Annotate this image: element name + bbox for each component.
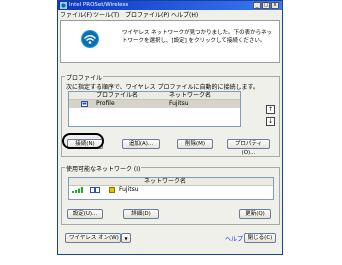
profiles-instruction: 次に指定する順序で、ワイヤレス プロファイルに自動的に接続します。 [66,84,259,91]
profile-network: Fujitsu [169,100,189,107]
delete-button[interactable]: 削除(M) [177,139,213,149]
wireless-toggle-dropdown[interactable]: ▼ [121,233,131,243]
arrow-down-icon: ↓ [267,118,274,125]
app-icon [60,2,67,9]
available-group-label: 使用可能なネットワーク (I) [65,164,142,173]
col-profile-name[interactable]: プロファイル名 [96,92,138,99]
menu-profile[interactable]: プロファイル(P) [125,11,169,20]
help-link[interactable]: ヘルプ [225,234,243,243]
settings-button[interactable]: 設定(U)... [67,209,103,219]
connect-button-highlight [62,133,104,149]
network-name: Fujitsu [119,186,139,193]
wireless-toggle-button[interactable]: ワイヤレス オン(W) [65,233,121,243]
profile-list-header: プロファイル名 ネットワーク名 [69,92,240,100]
move-up-button[interactable]: ↑ [266,105,275,114]
col-network-name[interactable]: ネットワーク名 [169,92,211,99]
close-window-button[interactable]: x [271,2,279,9]
profile-name: Profile [96,100,115,107]
network-row[interactable]: Fujitsu [69,186,273,194]
header-message: ワイヤレス ネットワークが見つかりました。下の表からネットワークを選択し、[設定… [122,30,273,44]
dropdown-arrow-icon: ▼ [124,236,128,241]
refresh-button[interactable]: 更新(Q) [239,209,271,219]
details-button[interactable]: 詳細(D) [123,209,159,219]
available-networks-group: 使用可能なネットワーク (I) ネットワーク名 Fujitsu 設定(U)...… [61,164,280,225]
arrow-up-icon: ↑ [267,106,274,113]
profile-icon [81,101,88,107]
add-button[interactable]: 追加(A)... [122,139,160,149]
minimize-button[interactable]: _ [253,2,261,9]
profile-row[interactable]: Profile Fujitsu [69,100,240,108]
menu-file[interactable]: ファイル(F) [60,11,92,20]
col-network-name-available[interactable]: ネットワーク名 [144,178,186,185]
proset-window: Intel PROSet/Wireless _ □ x ファイル(F) ツール(… [57,0,283,255]
signal-strength-icon [72,187,83,193]
network-list[interactable]: ネットワーク名 Fujitsu [68,177,274,200]
network-profile-icon [90,187,100,193]
menu-help[interactable]: ヘルプ(H) [171,11,198,20]
menu-bar: ファイル(F) ツール(T) プロファイル(P) ヘルプ(H) [58,11,282,20]
title-bar[interactable]: Intel PROSet/Wireless _ □ x [58,1,282,10]
network-list-header: ネットワーク名 [69,178,273,186]
properties-button[interactable]: プロパティ(O)... [227,139,270,156]
security-icon [109,187,115,193]
menu-tools[interactable]: ツール(T) [93,11,119,20]
profiles-group-label: プロファイル [65,73,104,82]
profile-list[interactable]: プロファイル名 ネットワーク名 Profile Fujitsu [68,91,241,127]
window-title: Intel PROSet/Wireless [69,2,129,8]
move-down-button[interactable]: ↓ [266,117,275,126]
wireless-icon [81,30,99,48]
header-panel: ワイヤレス ネットワークが見つかりました。下の表からネットワークを選択し、[設定… [60,20,280,63]
maximize-button[interactable]: □ [262,2,270,9]
close-button[interactable]: 閉じる(C) [244,233,276,243]
